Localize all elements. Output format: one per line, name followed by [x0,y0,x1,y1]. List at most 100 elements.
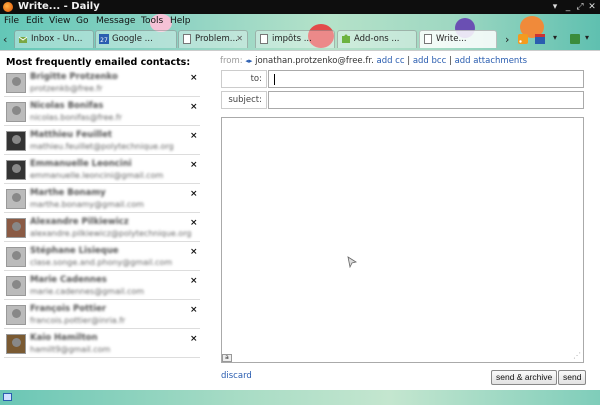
to-field[interactable] [268,70,584,88]
from-label: from: [220,56,243,66]
tab-strip: ‹ Inbox - Un... 27 Google ... Problem...… [0,29,600,49]
to-row: to: [220,70,584,88]
svg-text:27: 27 [100,37,108,44]
remove-contact-icon[interactable]: × [190,218,198,228]
calendar-icon[interactable] [535,34,545,44]
menu-help[interactable]: Help [170,16,191,26]
google-icon[interactable] [570,34,580,44]
contact-item[interactable]: Matthieu Feuillet mathieu.feuillet@polyt… [4,127,200,155]
contact-item[interactable]: Marie Cadennes marie.cadennes@gmail.com … [4,272,200,300]
tab-label: Google ... [112,34,153,44]
remove-contact-icon[interactable]: × [190,73,198,83]
window-title: Write... - Daily [18,1,100,12]
contact-name: Marthe Bonamy [30,188,106,198]
from-address: jonathan.protzenko@free.fr. [255,56,374,66]
avatar [6,218,26,238]
menu-message[interactable]: Message [96,16,135,26]
contact-item[interactable]: Stéphane Lisieque clase.songe.and.phony@… [4,243,200,271]
subject-field[interactable] [268,91,584,109]
tab-label: Add-ons ... [354,34,400,44]
remove-contact-icon[interactable]: × [190,276,198,286]
tab-addons[interactable]: Add-ons ... [337,30,417,48]
minimize-icon[interactable]: ▾ [550,2,560,12]
contact-email: nicolas.bonifas@free.fr [30,113,122,122]
contact-item[interactable]: Marthe Bonamy marthe.bonamy@gmail.com × [4,185,200,213]
contact-email: marie.cadennes@gmail.com [30,287,145,296]
remove-contact-icon[interactable]: × [190,247,198,257]
tab-label: impôts ... [272,34,312,44]
tab-label: Write... [436,34,467,44]
message-body-editor[interactable]: a ⋰ [221,117,584,363]
tab-close-icon[interactable]: ✕ [236,31,243,47]
send-and-archive-button[interactable]: send & archive [491,370,558,385]
menu-edit[interactable]: Edit [26,16,43,26]
calendar-icon: 27 [99,34,109,44]
thunderbird-icon [3,2,13,12]
contact-name: Brigitte Protzenko [30,72,118,82]
menu-view[interactable]: View [49,16,70,26]
page-icon [260,34,268,44]
dropdown-icon[interactable]: ▾ [585,33,589,42]
contact-item[interactable]: Emmanuelle Leoncini emmanuelle.leoncini@… [4,156,200,184]
remove-contact-icon[interactable]: × [190,305,198,315]
dropdown-icon[interactable]: ▾ [553,33,557,42]
minimize-button[interactable]: _ [563,2,573,12]
separator: | [407,56,411,66]
tab-google-calendar[interactable]: 27 Google ... [95,30,177,48]
avatar [6,305,26,325]
contact-name: Nicolas Bonifas [30,101,104,111]
change-from-icon[interactable]: ◂▸ [245,57,252,65]
remove-contact-icon[interactable]: × [190,189,198,199]
contact-email: mathieu.feuillet@polytechnique.org [30,142,174,151]
add-attachments-link[interactable]: add attachments [455,56,528,66]
discard-link[interactable]: discard [221,371,252,381]
contact-item[interactable]: François Pottier francois.pottier@inria.… [4,301,200,329]
avatar [6,247,26,267]
tab-impots[interactable]: impôts ... [255,30,335,48]
contact-item[interactable]: Kaio Hamilton hamilt9@gmail.com × [4,330,200,358]
puzzle-icon [342,34,350,43]
contact-email: protzenkb@free.fr [30,84,103,93]
avatar [6,73,26,93]
remove-contact-icon[interactable]: × [190,102,198,112]
menu-tools[interactable]: Tools [141,16,163,26]
contact-item[interactable]: Alexandre Pilkiewicz alexandre.pilkiewic… [4,214,200,242]
resize-grip-icon[interactable]: ⋰ [573,351,581,360]
spellcheck-icon[interactable]: a [222,354,232,362]
scroll-tabs-left-icon[interactable]: ‹ [3,33,7,46]
offline-status-icon[interactable] [3,393,12,401]
inbox-icon [18,36,28,43]
remove-contact-icon[interactable]: × [190,131,198,141]
avatar [6,102,26,122]
text-cursor [274,74,275,85]
window-titlebar: Write... - Daily ▾ _ ⤢ ✕ [0,0,600,14]
contact-item[interactable]: Brigitte Protzenko protzenkb@free.fr × [4,69,200,97]
close-icon[interactable]: ✕ [587,2,597,12]
content-area: Most frequently emailed contacts: Brigit… [0,50,600,391]
tab-inbox[interactable]: Inbox - Un... [14,30,94,48]
scroll-tabs-right-icon[interactable]: › [505,33,509,46]
contacts-heading: Most frequently emailed contacts: [6,57,191,68]
add-bcc-link[interactable]: add bcc [413,56,446,66]
send-button[interactable]: send [558,370,587,385]
avatar [6,189,26,209]
contact-email: francois.pottier@inria.fr [30,316,126,325]
menu-file[interactable]: File [4,16,19,26]
tab-label: Inbox - Un... [31,34,83,44]
maximize-icon[interactable]: ⤢ [575,2,585,12]
tab-problem[interactable]: Problem... ✕ [178,30,248,48]
avatar [6,334,26,354]
remove-contact-icon[interactable]: × [190,334,198,344]
page-icon [424,34,432,44]
status-bar [0,390,600,405]
menu-go[interactable]: Go [76,16,88,26]
contact-item[interactable]: Nicolas Bonifas nicolas.bonifas@free.fr … [4,98,200,126]
tab-write[interactable]: Write... [419,30,497,48]
rss-icon[interactable] [518,34,528,44]
contact-email: emmanuelle.leoncini@gmail.com [30,171,164,180]
remove-contact-icon[interactable]: × [190,160,198,170]
add-cc-link[interactable]: add cc [376,56,404,66]
contact-name: Matthieu Feuillet [30,130,112,140]
avatar [6,131,26,151]
menubar: File Edit View Go Message Tools Help [0,14,600,28]
